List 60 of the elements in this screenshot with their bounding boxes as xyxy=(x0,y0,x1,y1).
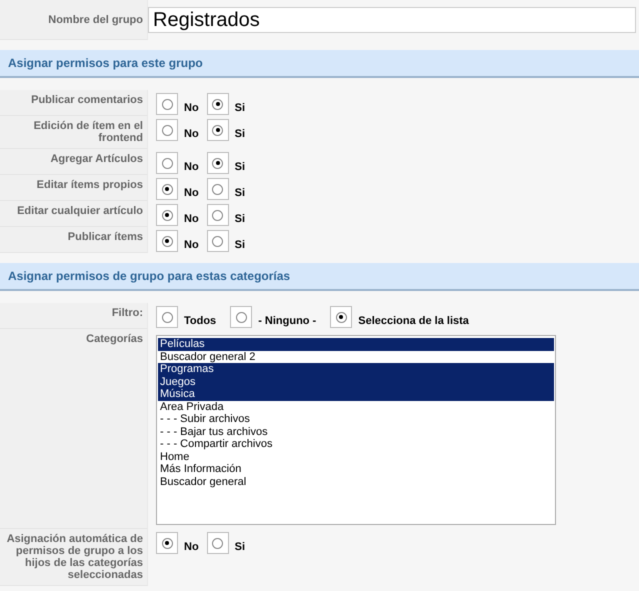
radio-button[interactable] xyxy=(162,210,172,220)
field-label: Categorías xyxy=(0,329,148,529)
list-item[interactable]: Area Privada xyxy=(158,400,554,413)
radio-button[interactable] xyxy=(336,312,347,322)
radio-button[interactable] xyxy=(212,236,224,246)
option-label: No xyxy=(184,187,199,199)
list-item[interactable]: - - - Compartir archivos xyxy=(158,438,554,450)
field-label: Editar cualquier artículo xyxy=(0,201,148,227)
radio-button[interactable] xyxy=(236,312,247,322)
radio-button[interactable] xyxy=(212,210,224,220)
option-label: No xyxy=(184,161,199,173)
radio-button[interactable] xyxy=(212,158,224,168)
radio-button[interactable] xyxy=(212,538,224,548)
field-label: Nombre del grupo xyxy=(0,0,148,40)
option-label: Todos xyxy=(184,315,216,327)
option-label: Si xyxy=(234,239,246,251)
list-item[interactable]: Buscador general xyxy=(158,476,554,488)
option-label: No xyxy=(184,102,199,114)
option-label: Si xyxy=(234,161,246,173)
list-item[interactable]: - - - Bajar tus archivos xyxy=(158,426,554,438)
category-listbox[interactable]: Películas Buscador general 2 Programas Juegos Música Area Privada - - - Subir archivos - - - Bajar tus archivos - - - Compartir archivos Home Más Información Buscador general xyxy=(156,335,556,525)
option-label: Si xyxy=(234,128,246,140)
field-label: Publicar comentarios xyxy=(0,90,148,116)
radio-button[interactable] xyxy=(212,98,224,110)
option-label: Si xyxy=(234,102,246,114)
list-item[interactable]: Juegos xyxy=(158,376,554,388)
option-label: No xyxy=(184,239,199,251)
option-label: No xyxy=(184,213,199,225)
option-label: Si xyxy=(234,213,246,225)
list-item[interactable]: Más Información xyxy=(158,463,554,476)
field-label: Asignación automática de permisos de grupo a los hijos de las categorías seleccionadas xyxy=(0,529,148,586)
radio-button[interactable] xyxy=(212,124,224,136)
field-label: Publicar ítems xyxy=(0,227,148,253)
group-name-field[interactable]: Registrados xyxy=(148,7,636,33)
option-label: Si xyxy=(234,187,246,199)
option-label: - Ninguno - xyxy=(258,315,316,327)
radio-button[interactable] xyxy=(162,158,172,168)
field-label: Filtro: xyxy=(0,303,148,329)
list-item[interactable]: Home xyxy=(158,450,554,463)
option-label: Selecciona de la lista xyxy=(358,315,469,327)
list-item[interactable]: - - - Subir archivos xyxy=(158,413,554,426)
list-item[interactable]: Música xyxy=(158,388,554,400)
option-label: No xyxy=(184,541,199,553)
radio-button[interactable] xyxy=(212,184,224,194)
radio-button[interactable] xyxy=(162,312,172,322)
section-header: Asignar permisos para este grupo xyxy=(0,50,639,78)
field-label: Edición de ítem en el frontend xyxy=(0,116,148,149)
radio-button[interactable] xyxy=(162,124,172,136)
field-label: Agregar Artículos xyxy=(0,149,148,175)
option-label: No xyxy=(184,128,199,140)
list-item[interactable]: Películas xyxy=(158,338,554,350)
list-item[interactable]: Programas xyxy=(158,363,554,376)
radio-button[interactable] xyxy=(162,98,172,110)
list-item[interactable]: Buscador general 2 xyxy=(158,350,554,363)
field-label: Editar ítems propios xyxy=(0,175,148,201)
radio-button[interactable] xyxy=(162,236,172,246)
section-header: Asignar permisos de grupo para estas categorías xyxy=(0,263,639,291)
option-label: Si xyxy=(234,541,246,553)
radio-button[interactable] xyxy=(162,538,172,548)
radio-button[interactable] xyxy=(162,184,172,194)
